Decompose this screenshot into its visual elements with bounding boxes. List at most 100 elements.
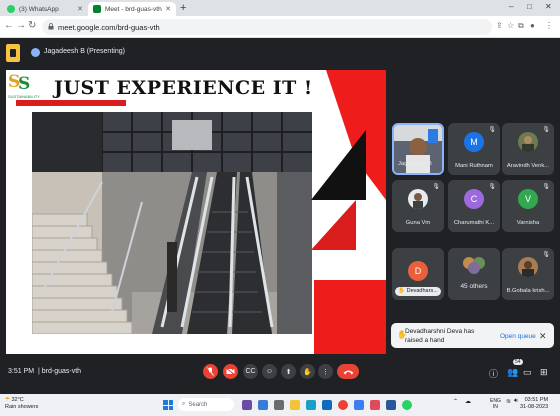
tab-title: (3) WhatsApp (19, 5, 59, 13)
participant-tile-aravindh[interactable]: 🎙︎ Aravindh Venk... (502, 123, 554, 175)
avatar: D (408, 261, 428, 281)
avatar: V (518, 189, 538, 209)
mail-icon[interactable] (322, 400, 332, 410)
taskbar-clock[interactable]: 03:51 PM 31-08-2023 (520, 397, 548, 411)
leave-call-button[interactable] (337, 364, 359, 379)
participant-name: Mani Ruthnam (455, 163, 493, 169)
widgets-icon[interactable] (274, 400, 284, 410)
participant-tile-guna[interactable]: 🎙︎ Guna Vm (392, 180, 444, 232)
participant-name: Varnisha (516, 220, 540, 226)
participant-name: Guna Vm (405, 220, 431, 226)
participant-tile-devadharshni[interactable]: D ✋ Devadhars... (392, 248, 444, 300)
cloud-icon[interactable]: ☁ (465, 398, 471, 405)
present-button[interactable]: ⬆ (281, 364, 296, 379)
maximize-button[interactable]: □ (527, 2, 532, 11)
chat-icon[interactable]: ▭ (523, 367, 532, 378)
mic-toggle-button[interactable] (203, 364, 218, 379)
participant-tile-mani[interactable]: 🎙︎ M Mani Ruthnam (448, 123, 500, 175)
open-queue-button[interactable]: Open queue (500, 333, 536, 340)
meeting-info-icon[interactable]: ⓘ (489, 367, 498, 380)
url-text: meet.google.com/brd-guas-vth (58, 22, 160, 32)
weather-temp: 32°C (11, 397, 24, 403)
tab-whatsapp[interactable]: (3) WhatsApp ✕ (2, 2, 88, 16)
tab-meet[interactable]: Meet - brd-guas-vth ✕ (88, 2, 176, 16)
captions-icon: CC (245, 368, 256, 375)
more-vert-icon: ⋮ (322, 368, 329, 376)
presented-slide: S S SUSTAINABILITY JUST EXPERIENCE IT ! (6, 70, 386, 354)
emoji-button[interactable]: ☺ (262, 364, 277, 379)
participant-name: B.Gobala krish... (506, 288, 550, 294)
tray-chevron-icon[interactable]: ⌃ (453, 398, 458, 405)
bookmark-star-icon[interactable]: ☆ (507, 21, 514, 31)
new-tab-button[interactable]: + (180, 2, 186, 14)
avatar: C (464, 189, 484, 209)
tab-title: Meet - brd-guas-vth (105, 5, 162, 13)
store-icon[interactable] (354, 400, 364, 410)
lock-icon (48, 22, 54, 32)
extensions-icon[interactable]: ⧉ (518, 21, 524, 31)
meet-favicon-icon (93, 5, 101, 13)
forward-button[interactable]: → (16, 20, 26, 32)
weather-desc: Rain showers (5, 404, 39, 410)
edge-browser-icon[interactable] (306, 400, 316, 410)
browser-menu-icon[interactable]: ⋮ (545, 21, 553, 31)
task-view-icon[interactable] (242, 400, 252, 410)
profile-avatar[interactable]: ● (530, 21, 535, 31)
meeting-code: | brd-guas-vth (38, 368, 82, 375)
tab-close-icon[interactable]: ✕ (165, 5, 171, 13)
taskbar-search[interactable]: ⌕ Search (178, 398, 234, 411)
sustainability-logo: S S SUSTAINABILITY (8, 72, 40, 99)
mic-off-icon (207, 367, 214, 376)
participant-tile-others[interactable]: 45 others (448, 248, 500, 300)
language-indicator[interactable]: ENG IN (490, 398, 501, 410)
activities-icon[interactable]: ⊞ (540, 367, 548, 378)
share-icon[interactable]: ⇪ (496, 21, 503, 31)
more-options-button[interactable]: ⋮ (318, 364, 333, 379)
reload-button[interactable]: ↻ (28, 20, 36, 32)
avatar-photo (518, 132, 538, 152)
minimize-button[interactable]: – (509, 2, 513, 11)
captions-button[interactable]: CC (243, 364, 258, 379)
participant-name: Aravindh Venk... (506, 163, 550, 169)
others-count: 45 others (460, 283, 488, 290)
title-underline (16, 100, 126, 106)
people-icon[interactable]: 👥 (507, 367, 518, 378)
app-icon[interactable] (370, 400, 380, 410)
participant-name: Charumathi K... (453, 220, 495, 226)
mic-off-icon: 🎙︎ (542, 252, 550, 258)
browser-toolbar: ← → ↻ meet.google.com/brd-guas-vth ⇪ ☆ ⧉… (0, 16, 560, 38)
address-bar[interactable]: meet.google.com/brd-guas-vth (42, 19, 492, 35)
notification-close-button[interactable]: ✕ (539, 331, 547, 342)
whatsapp-icon[interactable] (402, 400, 412, 410)
participant-tile-charumathi[interactable]: 🎙︎ C Charumathi K... (448, 180, 500, 232)
tab-close-icon[interactable]: ✕ (77, 5, 83, 13)
mic-off-icon: 🎙︎ (488, 184, 496, 190)
participant-tile-gobala[interactable]: 🎙︎ B.Gobala krish... (502, 248, 554, 300)
raised-hand-notification: ✋ Devadharshni Deva has raised a hand Op… (391, 323, 554, 348)
windows-start-icon[interactable] (163, 400, 173, 410)
emoji-icon: ☺ (265, 368, 274, 375)
teams-icon[interactable] (258, 400, 268, 410)
wifi-icon[interactable]: ≋ (506, 398, 511, 405)
word-icon[interactable] (386, 400, 396, 410)
escalator-photo (32, 112, 312, 334)
present-screen-icon: ⬆ (285, 368, 292, 376)
raise-hand-button[interactable]: ✋ (300, 364, 315, 379)
mic-off-icon: 🎙︎ (542, 127, 550, 133)
file-explorer-icon[interactable] (290, 400, 300, 410)
chrome-icon[interactable] (338, 400, 348, 410)
volume-icon[interactable]: 🔊︎ (514, 398, 518, 405)
participant-tile-jagadeesh[interactable]: Jagadeesh B (392, 123, 444, 175)
weather-icon: ☂ (5, 397, 10, 403)
search-icon: ⌕ (182, 401, 186, 407)
participant-name: Jagadeesh B (398, 161, 432, 167)
end-call-icon (343, 370, 353, 374)
presenter-avatar (31, 48, 40, 57)
avatar-photo (518, 257, 538, 277)
participant-tile-varnisha[interactable]: 🎙︎ V Varnisha (502, 180, 554, 232)
window-close-button[interactable]: ✕ (545, 2, 552, 11)
back-button[interactable]: ← (4, 20, 14, 32)
weather-widget[interactable]: ☂ 32°C Rain showers (5, 397, 38, 411)
camera-toggle-button[interactable] (223, 364, 238, 379)
slide-title: JUST EXPERIENCE IT ! (54, 77, 313, 99)
